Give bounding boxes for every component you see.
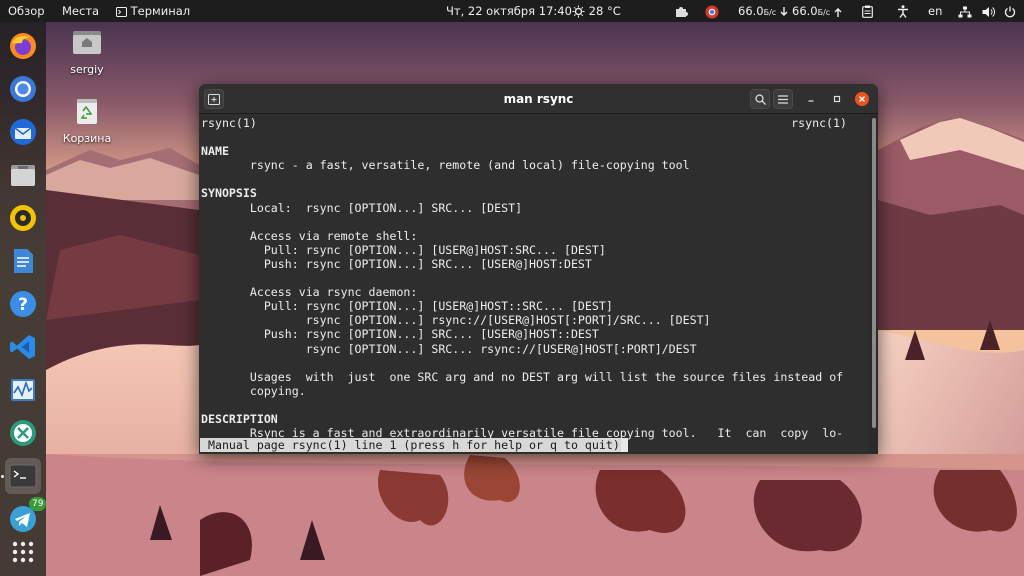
clock[interactable]: Чт, 22 октября 17:40: [446, 0, 572, 22]
dock-thunderbird[interactable]: [5, 114, 41, 150]
terminal-icon: [9, 464, 37, 488]
desktop-home-folder[interactable]: sergiy: [56, 27, 118, 76]
remote-desktop-icon: [10, 420, 36, 446]
dock-system-monitor[interactable]: [5, 372, 41, 408]
dock: ? 79: [0, 22, 47, 576]
vscode-icon: [10, 335, 35, 359]
places-menu[interactable]: Места: [62, 0, 99, 22]
keyboard-language[interactable]: en: [928, 0, 942, 22]
man-text-line: [201, 271, 861, 285]
man-text-line: rsync [OPTION...] rsync://[USER@]HOST[:P…: [201, 313, 711, 328]
net-down-speed: 66.0Б/с: [738, 0, 788, 22]
man-text-line: Pull: rsync [OPTION...] [USER@]HOST::SRC…: [201, 299, 613, 314]
dock-chromium[interactable]: [5, 71, 41, 107]
svg-text:?: ?: [18, 295, 28, 315]
man-text-line: Pull: rsync [OPTION...] [USER@]HOST:SRC.…: [201, 242, 606, 257]
top-bar: Обзор Места Терминал Чт, 22 октября 17:4…: [0, 0, 1024, 22]
minimize-icon: [808, 100, 814, 102]
man-text-line: Access via remote shell:: [201, 228, 418, 243]
dock-firefox[interactable]: [5, 28, 41, 64]
man-text-line: rsync [OPTION...] SRC... rsync://[USER@]…: [201, 341, 697, 356]
man-text-line: [201, 215, 861, 229]
scrollbar[interactable]: [869, 114, 878, 454]
net-up-speed: 66.0Б/с: [792, 0, 842, 22]
network-wired-icon[interactable]: [958, 0, 972, 22]
files-icon: [11, 165, 35, 186]
weather-temp: 28 °C: [588, 4, 621, 18]
dock-telegram[interactable]: 79: [5, 497, 47, 537]
man-text-line: Push: rsync [OPTION...] SRC... [USER@]HO…: [201, 256, 592, 271]
man-text-line: [201, 172, 861, 186]
dock-vscode[interactable]: [5, 329, 41, 365]
volume-icon[interactable]: [982, 0, 995, 22]
man-text-line: Usages with just one SRC arg and no DEST…: [201, 369, 844, 384]
man-text-line: Local: rsync [OPTION...] SRC... [DEST]: [201, 200, 523, 215]
weather-indicator[interactable]: 28 °C: [572, 0, 621, 22]
man-text-line: [201, 130, 861, 144]
scrollbar-thumb[interactable]: [872, 118, 876, 428]
writer-icon: [14, 249, 33, 273]
search-button[interactable]: [750, 89, 770, 109]
dock-help[interactable]: ?: [5, 286, 41, 322]
man-section-heading: SYNOPSIS: [201, 186, 257, 201]
show-apps-icon: [12, 541, 34, 563]
chromium-icon: [10, 76, 36, 102]
search-icon: [754, 93, 766, 105]
maximize-button[interactable]: [830, 92, 844, 106]
active-indicator: [1, 475, 4, 478]
desktop-trash[interactable]: Корзина: [56, 96, 118, 145]
man-text-line: Access via rsync daemon:: [201, 285, 418, 300]
maximize-icon: [833, 95, 841, 103]
power-icon[interactable]: [1004, 0, 1016, 22]
man-header-right: rsync(1): [791, 116, 847, 130]
window-titlebar[interactable]: man rsync: [199, 84, 878, 114]
home-folder-icon: [73, 31, 101, 54]
new-tab-button[interactable]: [204, 89, 224, 109]
close-button[interactable]: [855, 92, 869, 106]
hamburger-menu-icon: [778, 94, 788, 104]
home-folder-label: sergiy: [70, 63, 104, 76]
weather-sun-icon: [572, 5, 585, 18]
dock-writer[interactable]: [5, 243, 41, 279]
minimize-button[interactable]: [804, 92, 818, 106]
terminal-small-icon: [116, 6, 127, 17]
man-text-line: copying.: [201, 383, 306, 398]
dock-terminal[interactable]: [5, 458, 41, 494]
puzzle-icon[interactable]: [675, 0, 688, 22]
thunderbird-icon: [10, 119, 36, 145]
arrow-up-icon: [834, 7, 842, 17]
trash-icon: [77, 99, 97, 124]
man-text-line: [201, 356, 861, 370]
man-text-line: Push: rsync [OPTION...] SRC... [USER@]HO…: [201, 327, 599, 342]
man-text-line: [201, 398, 861, 412]
dock-rhythmbox[interactable]: [5, 200, 41, 236]
man-text-line: rsync - a fast, versatile, remote (and l…: [201, 158, 690, 173]
terminal-window[interactable]: man rsync rsync(1) rsync(1) NAME rsync -…: [199, 84, 878, 454]
pager-status-line: Manual page rsync(1) line 1 (press h for…: [200, 438, 621, 452]
arrow-down-icon: [780, 6, 788, 16]
app-menu-label: Терминал: [130, 4, 191, 18]
text-cursor: [621, 438, 628, 452]
terminal-output[interactable]: rsync(1) rsync(1) NAME rsync - a fast, v…: [199, 114, 869, 454]
menu-button[interactable]: [773, 89, 793, 109]
dock-remote-desktop[interactable]: [5, 415, 41, 451]
trash-label: Корзина: [62, 132, 112, 145]
chrome-indicator-icon[interactable]: [705, 0, 719, 22]
accessibility-icon[interactable]: [897, 0, 909, 22]
clipboard-icon[interactable]: [862, 0, 873, 22]
firefox-icon: [10, 33, 36, 59]
activities-button[interactable]: Обзор: [8, 0, 45, 22]
app-menu[interactable]: Терминал: [116, 0, 190, 22]
man-section-heading: DESCRIPTION: [201, 412, 278, 426]
rhythmbox-icon: [10, 205, 36, 231]
dock-show-apps[interactable]: [5, 534, 41, 570]
notification-badge: 79: [29, 497, 47, 511]
new-tab-icon: [208, 93, 220, 105]
help-icon: ?: [10, 291, 36, 317]
close-icon: [859, 96, 865, 102]
man-section-heading: NAME: [201, 144, 229, 159]
man-header-left: rsync(1): [201, 116, 257, 130]
system-monitor-icon: [11, 379, 35, 401]
dock-files[interactable]: [5, 157, 41, 193]
